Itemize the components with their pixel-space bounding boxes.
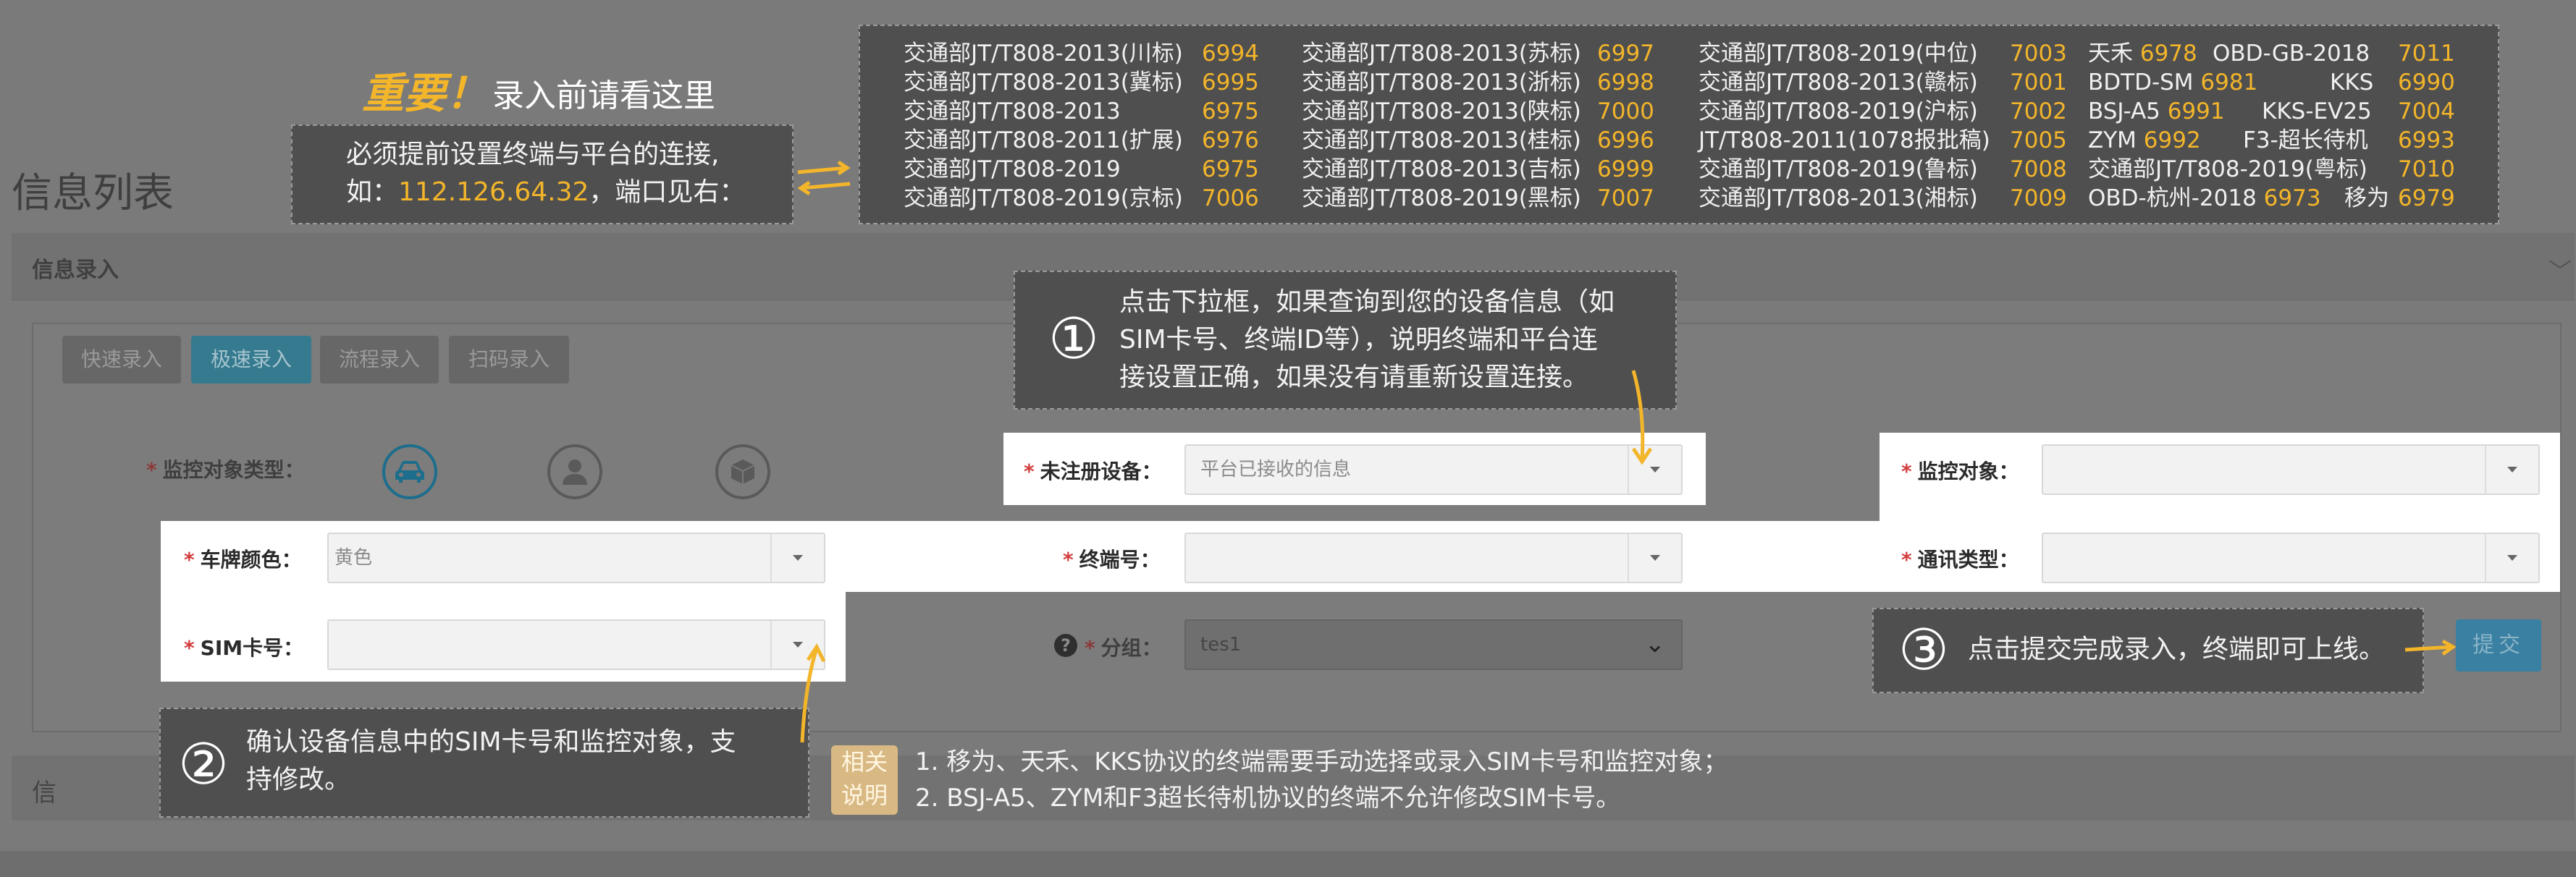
- unregistered-device-label: * 未注册设备：: [1024, 459, 1162, 483]
- protocol-row: 交通部JT/T808-2013(冀标) 6995: [904, 69, 1259, 96]
- step-1-text: 点击下拉框，如果查询到您的设备信息（如 SIM卡号、终端ID等），说明终端和平台…: [1119, 287, 1615, 392]
- step-2-number: ②: [178, 732, 229, 797]
- help-question-icon[interactable]: ?: [1054, 634, 1077, 657]
- lower-section-title: 信: [32, 779, 56, 808]
- unregistered-placeholder: 平台已接收的信息: [1200, 459, 1352, 480]
- tab-quick-entry[interactable]: 快速录入: [62, 336, 181, 384]
- step-2-note: ② 确认设备信息中的SIM卡号和监控对象，支 持修改。: [159, 708, 809, 818]
- connection-line-2: 如：112.126.64.32，端口见右：: [346, 177, 746, 207]
- dropdown-arrow-icon[interactable]: [770, 534, 824, 582]
- protocol-column-4: 天禾 6978 OBD-GB-2018 7011 BDTD-SM 6981 KKS 69…: [2088, 39, 2479, 213]
- person-type-icon[interactable]: [547, 444, 602, 499]
- protocol-port-panel: 交通部JT/T808-2013(川标) 6994 交通部JT/T808-2013(…: [859, 25, 2499, 224]
- connection-line-1: 必须提前设置终端与平台的连接,: [346, 140, 720, 169]
- sim-select[interactable]: [327, 619, 825, 670]
- protocol-row: 天禾 6978 OBD-GB-2018 7011: [2088, 41, 2455, 67]
- protocol-row: 交通部JT/T808-2019(沪标) 7002: [1699, 98, 2067, 124]
- curved-arrow-icon: [1631, 370, 1653, 465]
- tab-scan-entry[interactable]: 扫码录入: [449, 336, 569, 384]
- plate-color-label: * 车牌颜色：: [184, 548, 302, 572]
- protocol-row: 交通部JT/T808-2019(粤标) 7010: [2088, 156, 2455, 182]
- protocol-row: 交通部JT/T808-2013(川标) 6994: [904, 41, 1259, 67]
- unregistered-device-select[interactable]: 平台已接收的信息: [1184, 444, 1683, 495]
- object-box-icon[interactable]: [715, 444, 770, 499]
- protocol-row: BDTD-SM 6981 KKS 6990: [2088, 69, 2455, 96]
- vehicle-type-car-icon[interactable]: [382, 444, 437, 499]
- protocol-column-3: 交通部JT/T808-2019(中位) 7003 交通部JT/T808-2013(…: [1699, 39, 2075, 213]
- protocol-row: 交通部JT/T808-2019 6975: [904, 156, 1259, 182]
- group-label: * 分组：: [1085, 636, 1162, 660]
- section-title: 信息录入: [32, 258, 119, 283]
- step-1-number: ①: [1048, 307, 1099, 372]
- protocol-row: ZYM 6992 F3-超长待机 6993: [2088, 127, 2455, 153]
- plate-color-select[interactable]: 黄色: [327, 533, 825, 583]
- protocol-row: 交通部JT/T808-2013(湘标) 7009: [1699, 185, 2067, 211]
- terminal-no-select[interactable]: [1184, 533, 1683, 583]
- group-select[interactable]: tes1 ⌄: [1184, 619, 1683, 670]
- connection-note: 必须提前设置终端与平台的连接, 如：112.126.64.32，端口见右：: [291, 124, 794, 224]
- protocol-row: 交通部JT/T808-2019(黑标) 7007: [1302, 185, 1654, 211]
- related-notes-text: 1. 移为、天禾、KKS协议的终端需要手动选择或录入SIM卡号和监控对象； 2.…: [915, 747, 1728, 813]
- important-title: 重要！: [362, 69, 489, 118]
- protocol-row: 交通部JT/T808-2019(京标) 7006: [904, 185, 1259, 211]
- step-2-text: 确认设备信息中的SIM卡号和监控对象，支 持修改。: [246, 727, 736, 795]
- protocol-column-1: 交通部JT/T808-2013(川标) 6994 交通部JT/T808-2013(…: [904, 39, 1266, 213]
- chevron-down-icon[interactable]: ⌄: [1645, 630, 1666, 658]
- double-arrow-icon: [797, 160, 851, 196]
- protocol-row: JT/T808-2011(1078报批稿) 7005: [1699, 127, 2067, 153]
- protocol-row: 交通部JT/T808-2013 6975: [904, 98, 1259, 124]
- protocol-row: 交通部JT/T808-2013(吉标) 6999: [1302, 156, 1654, 182]
- step-3-number: ③: [1898, 618, 1949, 683]
- monitor-object-label: * 监控对象：: [1901, 459, 2019, 483]
- curved-arrow-icon: [800, 643, 826, 743]
- tab-express-entry[interactable]: 极速录入: [191, 336, 311, 384]
- protocol-row: 交通部JT/T808-2013(浙标) 6998: [1302, 69, 1654, 96]
- protocol-column-2: 交通部JT/T808-2013(苏标) 6997 交通部JT/T808-2013(…: [1302, 39, 1664, 213]
- terminal-no-label: * 终端号：: [1063, 548, 1161, 572]
- monitor-object-select[interactable]: [2042, 444, 2540, 495]
- step-1-note: ① 点击下拉框，如果查询到您的设备信息（如 SIM卡号、终端ID等），说明终端和…: [1014, 271, 1677, 410]
- protocol-row: 交通部JT/T808-2013(赣标) 7001: [1699, 69, 2067, 96]
- protocol-row: 交通部JT/T808-2013(桂标) 6996: [1302, 127, 1654, 153]
- dropdown-arrow-icon[interactable]: [2485, 534, 2538, 582]
- page-title: 信息列表: [12, 170, 174, 217]
- protocol-row: OBD-杭州-2018 6973 移为 6979: [2088, 185, 2455, 211]
- right-arrow-icon: [2404, 639, 2457, 656]
- step-3-note: ③ 点击提交完成录入，终端即可上线。: [1872, 608, 2424, 693]
- plate-color-value: 黄色: [334, 547, 373, 569]
- protocol-row: BSJ-A5 6991 KKS-EV25 7004: [2088, 98, 2455, 124]
- sim-label: * SIM卡号：: [184, 636, 304, 660]
- submit-button[interactable]: 提交: [2456, 619, 2541, 671]
- monitor-type-label: * 监控对象类型：: [146, 458, 305, 482]
- dropdown-arrow-icon[interactable]: [1628, 534, 1681, 582]
- protocol-row: 交通部JT/T808-2013(陕标) 7000: [1302, 98, 1654, 124]
- group-value: tes1: [1200, 634, 1242, 656]
- protocol-row: 交通部JT/T808-2011(扩展) 6976: [904, 127, 1259, 153]
- server-ip: 112.126.64.32: [398, 177, 589, 207]
- protocol-row: 交通部JT/T808-2019(中位) 7003: [1699, 41, 2067, 67]
- step-3-text: 点击提交完成录入，终端即可上线。: [1968, 635, 2386, 664]
- protocol-row: 交通部JT/T808-2013(苏标) 6997: [1302, 41, 1654, 67]
- dropdown-arrow-icon[interactable]: [2485, 446, 2538, 493]
- protocol-row: 交通部JT/T808-2019(鲁标) 7008: [1699, 156, 2067, 182]
- bottom-strip: [0, 851, 2576, 877]
- related-notes-badge: 相关 说明: [831, 745, 898, 815]
- important-subtitle: 录入前请看这里: [492, 77, 715, 114]
- comm-type-select[interactable]: [2042, 533, 2540, 583]
- collapse-chevron-icon[interactable]: ﹀: [2548, 253, 2572, 287]
- comm-type-label: * 通讯类型：: [1901, 548, 2019, 572]
- tab-process-entry[interactable]: 流程录入: [320, 336, 439, 384]
